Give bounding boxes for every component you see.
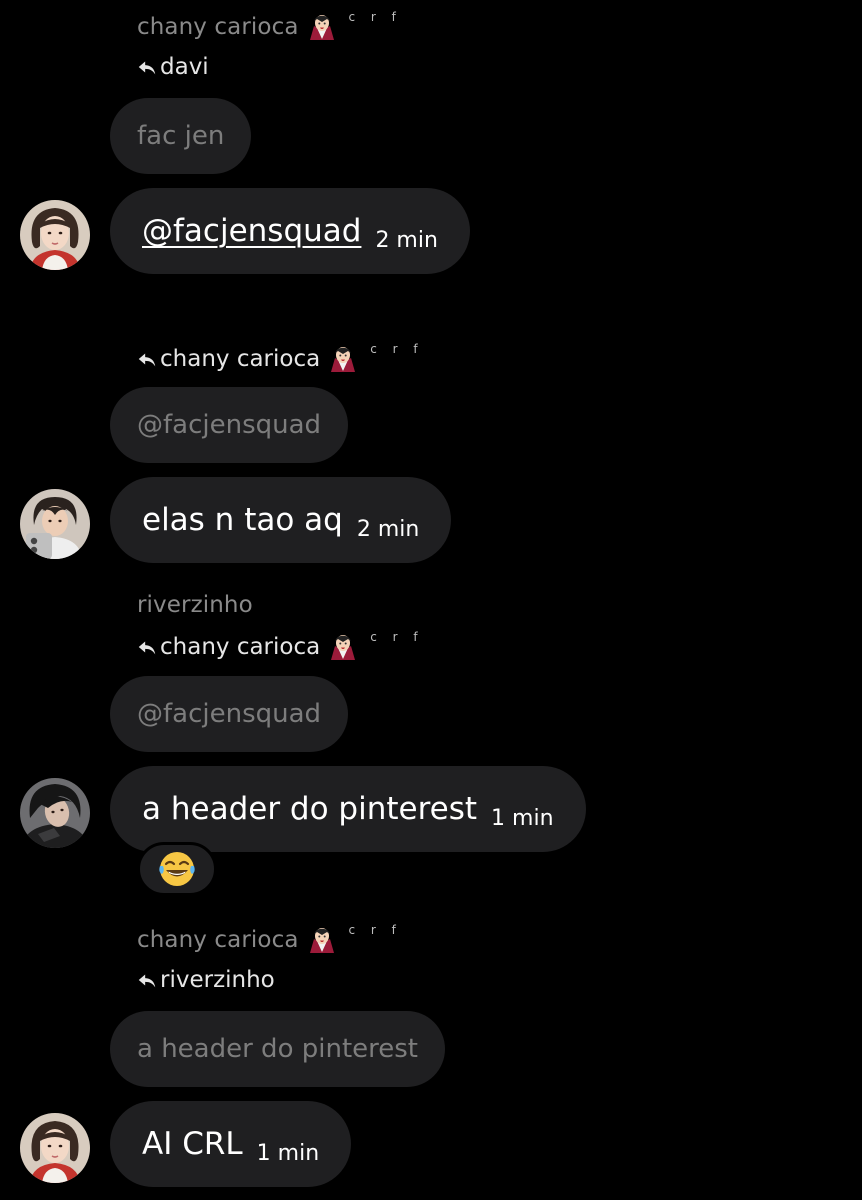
- message-bubble[interactable]: AI CRL 1 min: [110, 1101, 352, 1187]
- avatar[interactable]: [20, 1113, 90, 1183]
- reply-to-name: chany carioca: [160, 346, 321, 372]
- reply-to-name: davi: [160, 54, 209, 80]
- quoted-text: @facjensquad: [137, 699, 322, 729]
- quoted-text: a header do pinterest: [137, 1034, 418, 1064]
- avatar[interactable]: [20, 489, 90, 559]
- avatar[interactable]: [20, 200, 90, 270]
- sender-tag: c r f: [348, 10, 402, 24]
- quoted-text: fac jen: [137, 121, 225, 151]
- quoted-message[interactable]: @facjensquad: [110, 387, 349, 463]
- vampire-emoji-icon: [309, 925, 335, 955]
- sender-name[interactable]: riverzinho: [137, 592, 253, 618]
- reply-context[interactable]: chany carioca c r f: [136, 630, 424, 662]
- vampire-emoji-icon: [309, 12, 335, 42]
- message-text: elas n tao aq: [142, 502, 343, 538]
- message-bubble[interactable]: @facjensquad 2 min: [110, 188, 470, 274]
- message-bubble[interactable]: elas n tao aq 2 min: [110, 477, 452, 563]
- sender-tag: c r f: [348, 923, 402, 937]
- sender-name[interactable]: chany carioca: [137, 927, 299, 953]
- reply-arrow-icon: [136, 56, 158, 78]
- message-timestamp: 1 min: [491, 805, 554, 831]
- mention-link[interactable]: @facjensquad: [142, 213, 361, 249]
- reply-to-name: riverzinho: [160, 967, 275, 993]
- reply-arrow-icon: [136, 348, 158, 370]
- message-timestamp: 1 min: [256, 1140, 320, 1166]
- sender-name-row: chany carioca c r f: [137, 10, 402, 42]
- avatar[interactable]: [20, 778, 90, 848]
- reply-context[interactable]: davi: [136, 54, 209, 80]
- laughing-emoji-icon: [157, 849, 197, 889]
- vampire-emoji-icon: [330, 344, 356, 374]
- sender-name[interactable]: chany carioca: [137, 14, 299, 40]
- vampire-emoji-icon: [330, 632, 356, 662]
- reply-tag: c r f: [370, 342, 424, 356]
- quoted-text: @facjensquad: [137, 410, 322, 440]
- quoted-message[interactable]: a header do pinterest: [110, 1011, 445, 1087]
- reply-tag: c r f: [370, 630, 424, 644]
- sender-name-row: chany carioca c r f: [137, 923, 402, 955]
- reaction-badge[interactable]: [137, 842, 217, 896]
- quoted-message[interactable]: fac jen: [110, 98, 252, 174]
- message-timestamp: 2 min: [375, 227, 438, 253]
- message-timestamp: 2 min: [356, 516, 420, 542]
- reply-to-name: chany carioca: [160, 634, 321, 660]
- reply-context[interactable]: riverzinho: [136, 967, 275, 993]
- reply-arrow-icon: [136, 969, 158, 991]
- message-bubble[interactable]: a header do pinterest 1 min: [110, 766, 586, 852]
- message-text: a header do pinterest: [142, 791, 478, 827]
- message-text: AI CRL: [142, 1126, 243, 1162]
- reply-context[interactable]: chany carioca c r f: [136, 342, 424, 374]
- quoted-message[interactable]: @facjensquad: [110, 676, 349, 752]
- reply-arrow-icon: [136, 636, 158, 658]
